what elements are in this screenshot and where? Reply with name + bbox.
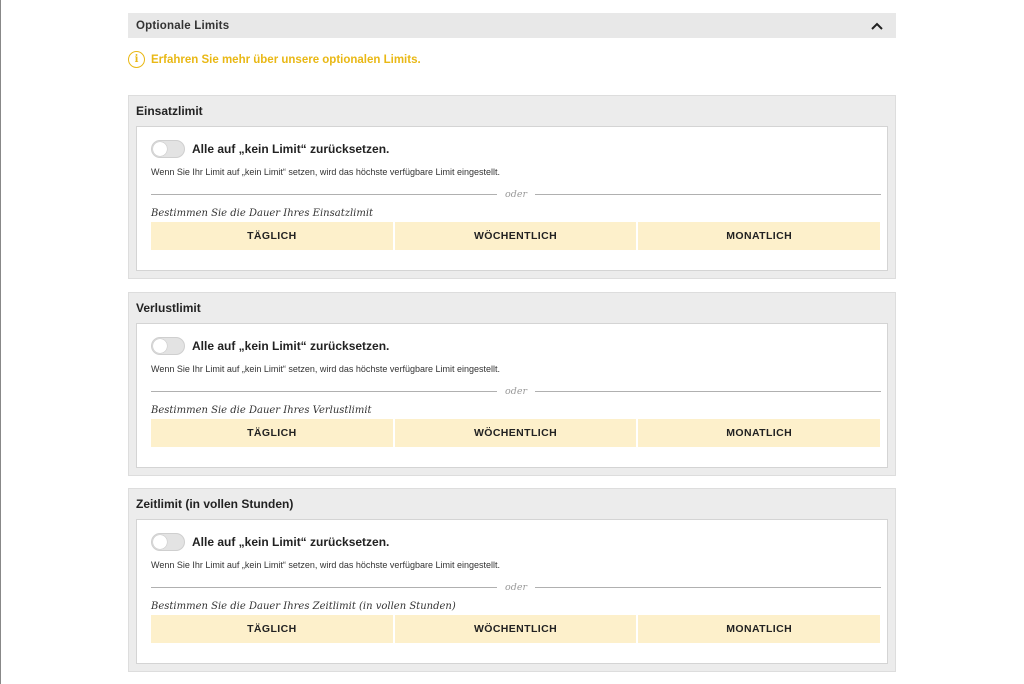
accordion-title: Optionale Limits [136,19,230,32]
duration-label: Bestimmen Sie die Dauer Ihres Einsatzlim… [151,208,374,219]
reset-label: Alle auf „kein Limit“ zurücksetzen. [192,142,390,156]
duration-label: Bestimmen Sie die Dauer Ihres Verlustlim… [151,405,372,416]
section-title: Verlustlimit [136,301,201,315]
section-verlustlimit: Verlustlimit Alle auf „kein Limit“ zurüc… [128,292,896,476]
reset-toggle[interactable] [151,337,185,355]
or-divider: oder [151,187,881,201]
or-divider: oder [151,580,881,594]
reset-label: Alle auf „kein Limit“ zurücksetzen. [192,535,390,549]
section-body: Alle auf „kein Limit“ zurücksetzen. Wenn… [136,519,888,664]
reset-hint: Wenn Sie Ihr Limit auf „kein Limit“ setz… [151,560,500,570]
monthly-button[interactable]: MONATLICH [638,615,881,643]
daily-button[interactable]: TÄGLICH [151,419,393,447]
toggle-knob [153,535,167,549]
info-link[interactable]: i Erfahren Sie mehr über unsere optional… [128,51,421,68]
toggle-knob [153,339,167,353]
section-title: Zeitlimit (in vollen Stunden) [136,497,294,511]
or-text: oder [505,385,527,397]
or-divider: oder [151,384,881,398]
reset-row: Alle auf „kein Limit“ zurücksetzen. [151,337,389,355]
daily-button[interactable]: TÄGLICH [151,222,393,250]
reset-row: Alle auf „kein Limit“ zurücksetzen. [151,140,389,158]
daily-button[interactable]: TÄGLICH [151,615,393,643]
period-buttons: TÄGLICH WÖCHENTLICH MONATLICH [151,615,881,643]
section-zeitlimit: Zeitlimit (in vollen Stunden) Alle auf „… [128,488,896,672]
reset-row: Alle auf „kein Limit“ zurücksetzen. [151,533,389,551]
chevron-up-icon[interactable] [866,15,888,37]
optional-limits-header[interactable]: Optionale Limits [128,13,896,38]
toggle-knob [153,142,167,156]
reset-label: Alle auf „kein Limit“ zurücksetzen. [192,339,390,353]
info-link-text[interactable]: Erfahren Sie mehr über unsere optionalen… [151,54,421,66]
monthly-button[interactable]: MONATLICH [638,419,881,447]
or-text: oder [505,581,527,593]
reset-hint: Wenn Sie Ihr Limit auf „kein Limit“ setz… [151,364,500,374]
reset-hint: Wenn Sie Ihr Limit auf „kein Limit“ setz… [151,167,500,177]
reset-toggle[interactable] [151,140,185,158]
weekly-button[interactable]: WÖCHENTLICH [394,419,637,447]
period-buttons: TÄGLICH WÖCHENTLICH MONATLICH [151,419,881,447]
section-body: Alle auf „kein Limit“ zurücksetzen. Wenn… [136,323,888,468]
weekly-button[interactable]: WÖCHENTLICH [394,615,637,643]
monthly-button[interactable]: MONATLICH [638,222,881,250]
reset-toggle[interactable] [151,533,185,551]
section-einsatzlimit: Einsatzlimit Alle auf „kein Limit“ zurüc… [128,95,896,279]
duration-label: Bestimmen Sie die Dauer Ihres Zeitlimit … [151,601,456,612]
section-title: Einsatzlimit [136,104,203,118]
info-icon: i [128,51,145,68]
section-body: Alle auf „kein Limit“ zurücksetzen. Wenn… [136,126,888,271]
or-text: oder [505,188,527,200]
weekly-button[interactable]: WÖCHENTLICH [394,222,637,250]
period-buttons: TÄGLICH WÖCHENTLICH MONATLICH [151,222,881,250]
window-edge [0,0,1,684]
